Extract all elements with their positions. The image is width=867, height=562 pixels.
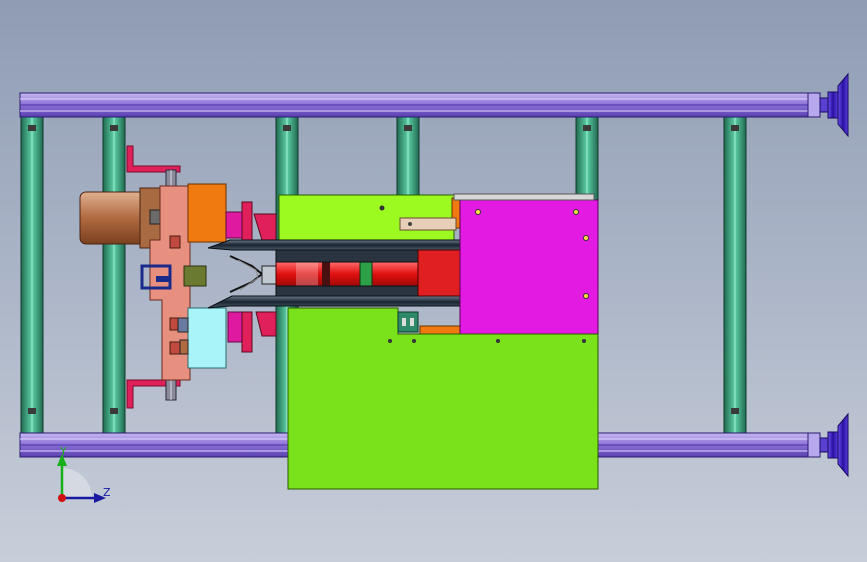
leveling-foot-icon[interactable] [819,72,849,138]
triad-z-label: Z [103,486,111,499]
gripper-jaws[interactable] [229,255,277,293]
olive-sensor[interactable] [183,265,207,287]
cad-3d-viewport[interactable]: Y Z [0,0,867,562]
red-roller-assembly[interactable] [275,249,463,297]
magenta-box[interactable] [459,199,599,336]
leveling-foot-icon[interactable] [819,412,849,478]
feed-chute-upper[interactable] [207,239,463,251]
feed-chute-lower[interactable] [207,295,463,309]
top-plate-strip[interactable] [453,193,595,201]
view-triad-icon [57,454,106,503]
tan-fixture[interactable] [399,217,457,231]
crimson-bracket-top[interactable] [126,145,181,173]
frame-post[interactable] [20,116,44,434]
pink-clamp-top[interactable] [225,201,277,241]
orange-block[interactable] [187,183,227,243]
frame-post[interactable] [575,116,599,203]
cad-model[interactable] [0,0,867,562]
triad-y-label: Y [60,445,67,458]
top-rail[interactable] [19,92,821,118]
small-fixtures[interactable] [397,311,419,333]
frame-post[interactable] [723,116,747,434]
triad-origin [58,494,66,502]
lime-panel-main[interactable] [287,307,599,490]
pink-clamp-bottom[interactable] [227,311,277,353]
copper-motor[interactable] [79,187,171,249]
frame-post[interactable] [102,116,126,434]
